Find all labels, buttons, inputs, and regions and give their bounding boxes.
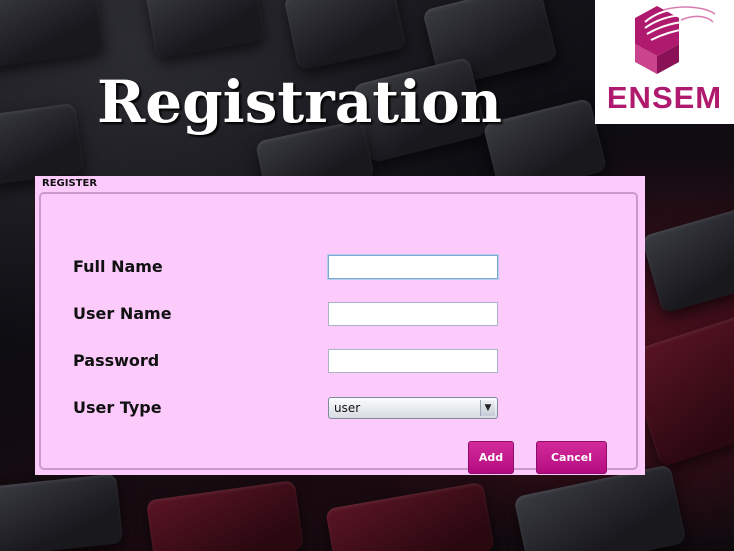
page-title: Registration bbox=[97, 68, 502, 136]
password-label: Password bbox=[73, 351, 160, 370]
add-button[interactable]: Add bbox=[468, 441, 514, 474]
user-type-label: User Type bbox=[73, 398, 162, 417]
panel-border bbox=[39, 192, 638, 470]
chevron-down-icon[interactable]: ▼ bbox=[480, 400, 495, 416]
user-type-select[interactable]: user ▼ bbox=[328, 397, 498, 419]
full-name-input[interactable] bbox=[328, 255, 498, 279]
user-type-selected-value: user bbox=[334, 401, 361, 415]
user-name-input[interactable] bbox=[328, 302, 498, 326]
ensem-logo: ENSEM bbox=[595, 0, 734, 124]
password-input[interactable] bbox=[328, 349, 498, 373]
cancel-button[interactable]: Cancel bbox=[536, 441, 607, 474]
panel-title: REGISTER bbox=[42, 178, 98, 189]
full-name-label: Full Name bbox=[73, 257, 163, 276]
logo-text: ENSEM bbox=[606, 80, 723, 115]
user-name-label: User Name bbox=[73, 304, 172, 323]
